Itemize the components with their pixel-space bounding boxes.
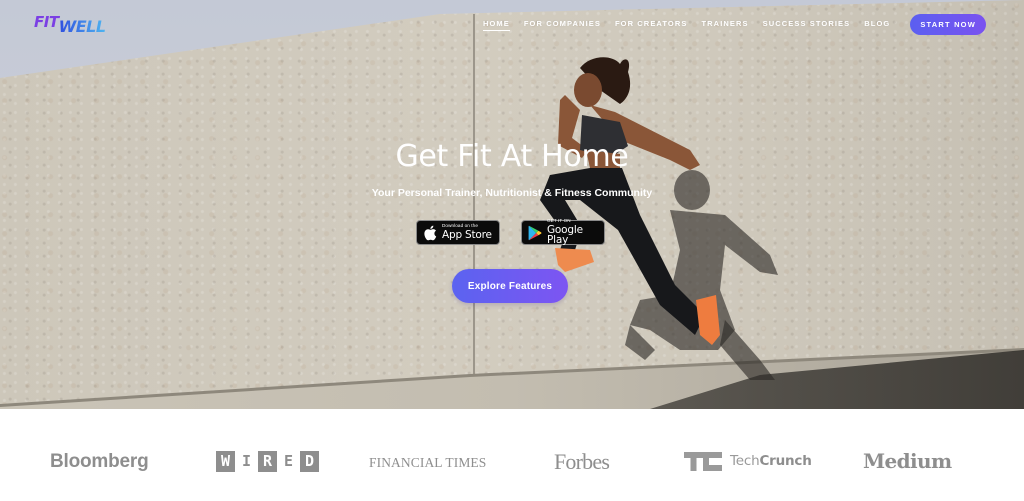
nav-trainers[interactable]: TRAINERS: [701, 19, 748, 30]
financial-times-logo: FINANCIAL TIMES: [369, 455, 487, 470]
google-play-icon: [528, 225, 542, 240]
techcrunch-text-light: Tech: [730, 452, 760, 469]
hero-section: FIT WELL HOME FOR COMPANIES FOR CREATORS…: [0, 0, 1024, 409]
nav-blog[interactable]: BLOG: [864, 19, 890, 30]
wired-letter: I: [237, 451, 256, 472]
nav-for-creators[interactable]: FOR CREATORS: [615, 19, 688, 30]
fitwell-logo[interactable]: FIT WELL: [34, 12, 106, 36]
wired-logo: W I R E D: [216, 451, 321, 472]
forbes-logo: Forbes: [554, 449, 610, 474]
techcrunch-mark-icon: [684, 452, 722, 471]
medium-logo: Medium: [863, 449, 952, 473]
google-play-badge[interactable]: GET IT ON Google Play: [521, 219, 605, 247]
logo-well-text: WELL: [58, 17, 106, 36]
explore-features-button[interactable]: Explore Features: [452, 269, 568, 303]
app-store-badge[interactable]: Download on the App Store: [416, 220, 500, 245]
wired-letter: W: [216, 451, 235, 472]
bloomberg-logo: Bloomberg: [50, 451, 149, 472]
hero-title: Get Fit At Home: [395, 139, 629, 174]
techcrunch-text-bold: Crunch: [759, 452, 812, 469]
nav-for-companies[interactable]: FOR COMPANIES: [524, 19, 601, 30]
hero-subtitle: Your Personal Trainer, Nutritionist & Fi…: [371, 187, 653, 199]
hero-concrete-wall: [0, 0, 1024, 409]
apple-icon: [424, 225, 437, 240]
wired-letter: E: [279, 451, 298, 472]
nav-home[interactable]: HOME: [482, 19, 510, 31]
techcrunch-logo: TechCrunch: [684, 452, 812, 471]
main-navigation: HOME FOR COMPANIES FOR CREATORS TRAINERS…: [482, 14, 986, 35]
start-now-button[interactable]: START NOW: [910, 14, 986, 35]
google-play-big-text: Google Play: [547, 223, 583, 247]
nav-success-stories[interactable]: SUCCESS STORIES: [763, 19, 851, 30]
app-store-big-text: App Store: [442, 229, 492, 242]
logo-fit-text: FIT: [34, 13, 59, 31]
wired-letter: R: [258, 451, 277, 472]
wired-letter: D: [300, 451, 319, 472]
